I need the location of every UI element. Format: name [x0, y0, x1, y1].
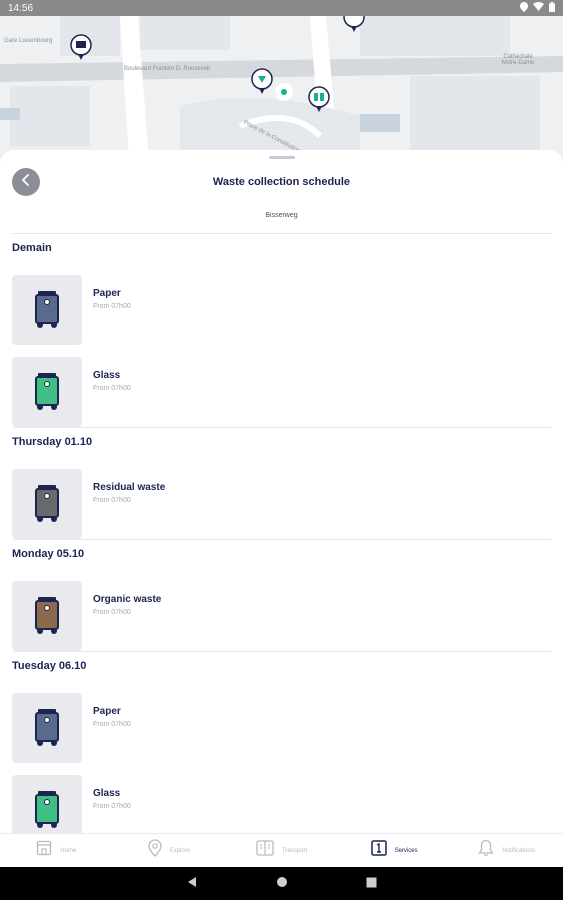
tab-label: Services — [394, 847, 418, 854]
collection-time: From 07h00 — [93, 303, 131, 310]
waste-type: Paper — [93, 706, 121, 717]
tab-explore[interactable]: Explore — [113, 834, 226, 867]
back-triangle-icon[interactable] — [186, 875, 198, 893]
home-icon — [36, 840, 52, 861]
waste-bin-icon — [35, 597, 59, 634]
drag-handle[interactable] — [269, 156, 295, 159]
list-item[interactable]: Residual waste From 07h00 — [12, 457, 551, 539]
tab-transport[interactable]: Transport — [225, 834, 338, 867]
collection-time: From 07h00 — [93, 385, 131, 392]
tab-label: Notifications — [502, 847, 536, 854]
waste-type: Paper — [93, 288, 121, 299]
location-status-icon — [520, 1, 528, 15]
collection-time: From 07h00 — [93, 609, 131, 616]
tab-services[interactable]: Services — [338, 834, 451, 867]
list-item[interactable]: Organic waste From 07h00 — [12, 569, 551, 651]
waste-type: Glass — [93, 788, 121, 799]
street-name: Bisserweg — [265, 212, 298, 219]
status-bar: 14:56 — [0, 0, 563, 16]
list-item[interactable]: Glass From 07h00 — [12, 345, 551, 427]
waste-bin-icon — [35, 709, 59, 746]
map-label: Cathédrale Notre-Dame — [501, 54, 535, 66]
page-title: Waste collection schedule — [212, 176, 351, 188]
tab-label: Transport — [281, 847, 308, 854]
bin-thumbnail — [12, 581, 82, 651]
status-time: 14:56 — [8, 2, 34, 14]
day-header: Monday 05.10 — [12, 548, 85, 560]
tab-notifications[interactable]: Notifications — [450, 834, 563, 867]
map-label: Gare Luxembourg — [4, 38, 53, 44]
waste-type: Residual waste — [93, 482, 166, 493]
schedule-sheet: Waste collection schedule Bisserweg Dema… — [0, 150, 563, 833]
day-section: Thursday 01.10 Residual waste From 07h00 — [12, 428, 551, 540]
waste-bin-icon — [35, 485, 59, 522]
tab-home[interactable]: Home — [0, 834, 113, 867]
collection-time: From 07h00 — [93, 497, 131, 504]
day-section: Tuesday 06.10 Paper From 07h00 Glass Fro… — [12, 652, 551, 833]
bin-thumbnail — [12, 775, 82, 833]
bin-thumbnail — [12, 357, 82, 427]
day-header: Thursday 01.10 — [12, 436, 93, 448]
battery-icon — [549, 1, 555, 15]
list-item[interactable]: Paper From 07h00 — [12, 681, 551, 763]
recents-square-icon[interactable] — [366, 875, 377, 893]
collection-time: From 07h00 — [93, 721, 131, 728]
waste-bin-icon — [35, 373, 59, 410]
day-section: Demain Paper From 07h00 Glass From 07h00 — [12, 234, 551, 428]
collection-time: From 07h00 — [93, 803, 131, 810]
waste-type: Glass — [93, 370, 121, 381]
system-navigation-bar — [0, 867, 563, 900]
waste-bin-icon — [35, 291, 59, 328]
day-header: Demain — [12, 242, 52, 254]
tab-label: Explore — [169, 847, 191, 854]
services-icon — [370, 840, 387, 861]
transport-icon — [256, 840, 274, 861]
day-section: Monday 05.10 Organic waste From 07h00 — [12, 540, 551, 652]
status-icons — [520, 1, 555, 15]
bottom-tab-bar: Home Explore Transport Services Notifica… — [0, 833, 563, 867]
list-item[interactable]: Paper From 07h00 — [12, 263, 551, 345]
schedule-list[interactable]: Demain Paper From 07h00 Glass From 07h00 — [0, 234, 563, 833]
day-header: Tuesday 06.10 — [12, 660, 87, 672]
bin-thumbnail — [12, 469, 82, 539]
bin-thumbnail — [12, 693, 82, 763]
wifi-icon — [533, 2, 544, 14]
tab-label: Home — [60, 847, 77, 854]
location-pin-icon — [148, 839, 162, 862]
map-label: Boulevard Franklin D. Roosevelt — [124, 66, 211, 72]
home-circle-icon[interactable] — [276, 875, 288, 893]
list-item[interactable]: Glass From 07h00 — [12, 763, 551, 833]
bin-thumbnail — [12, 275, 82, 345]
bell-icon — [478, 839, 495, 862]
waste-bin-icon — [35, 791, 59, 828]
waste-type: Organic waste — [93, 594, 162, 605]
